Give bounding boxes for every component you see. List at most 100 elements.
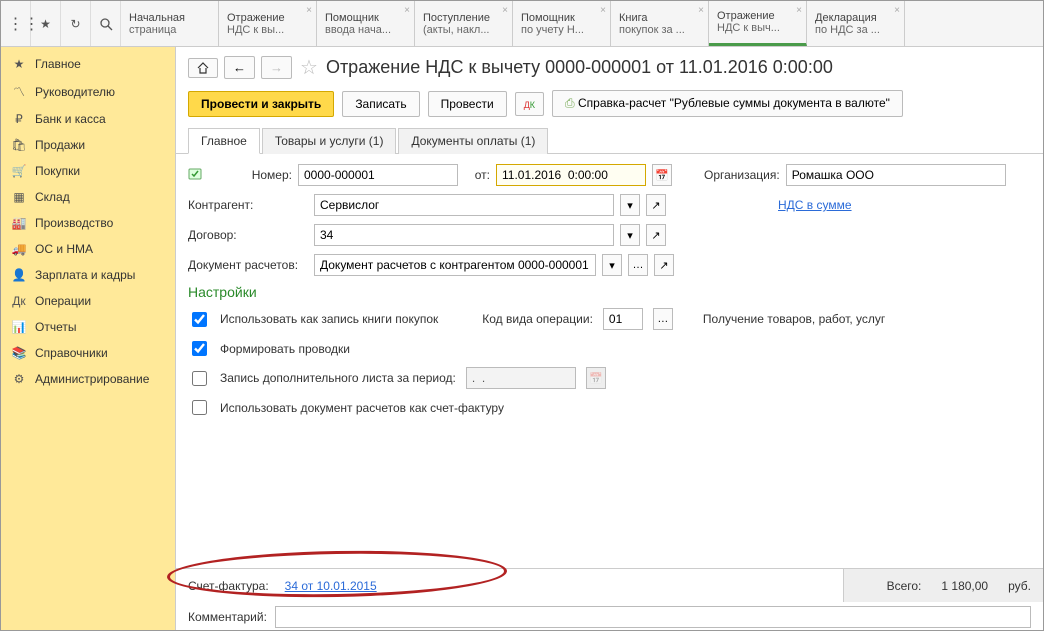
tab-line1: Начальная	[129, 12, 210, 24]
use-settlement-as-invoice-label: Использовать документ расчетов как счет-…	[220, 401, 504, 415]
window-tabs: НачальнаястраницаОтражениеНДС к вы...×По…	[121, 1, 1043, 46]
search-icon[interactable]	[91, 1, 121, 46]
sidebar-icon: ₽	[11, 112, 27, 126]
vat-mode-link[interactable]: НДС в сумме	[778, 198, 852, 212]
sidebar-icon: 🛍	[11, 138, 27, 152]
dk-movements-button[interactable]: ДК	[515, 92, 544, 116]
content-area: ← → ☆ Отражение НДС к вычету 0000-000001…	[176, 47, 1043, 630]
tab-line2: покупок за ...	[619, 24, 700, 36]
additional-sheet-checkbox[interactable]	[192, 371, 207, 386]
sidebar-item-label: Покупки	[35, 164, 80, 178]
number-input[interactable]	[298, 164, 458, 186]
open-button[interactable]: ↗	[646, 194, 666, 216]
date-input[interactable]	[496, 164, 646, 186]
operation-code-input[interactable]	[603, 308, 643, 330]
dropdown-button[interactable]: ▾	[602, 254, 622, 276]
sidebar-item[interactable]: 👤Зарплата и кадры	[1, 262, 175, 288]
window-tab[interactable]: Поступление(акты, накл... ×	[415, 1, 513, 46]
history-icon[interactable]: ↻	[61, 1, 91, 46]
sidebar-icon: 🏭	[11, 216, 27, 230]
close-icon[interactable]: ×	[894, 5, 900, 16]
window-tab[interactable]: Помощникпо учету Н...×	[513, 1, 611, 46]
use-as-purchase-book-checkbox[interactable]	[192, 312, 207, 327]
sidebar-item-label: Администрирование	[35, 372, 149, 386]
sidebar-item[interactable]: 🚚ОС и НМА	[1, 236, 175, 262]
close-icon[interactable]: ×	[306, 5, 312, 16]
sidebar-icon: ⚙	[11, 372, 27, 386]
sidebar-item[interactable]: 📊 Отчеты	[1, 314, 175, 340]
sidebar-item[interactable]: 📚Справочники	[1, 340, 175, 366]
sidebar-item-label: Отчеты	[35, 320, 76, 334]
sidebar-icon: ▦	[11, 190, 27, 204]
window-tab[interactable]: ОтражениеНДС к вы...×	[219, 1, 317, 46]
save-button[interactable]: Записать	[342, 91, 419, 117]
tab-line2: (акты, накл...	[423, 24, 504, 36]
close-icon[interactable]: ×	[404, 5, 410, 16]
sidebar-item-label: Справочники	[35, 346, 108, 360]
settlement-doc-input[interactable]	[314, 254, 596, 276]
sidebar-item[interactable]: 🛒 Покупки	[1, 158, 175, 184]
sidebar-item[interactable]: ▦Склад	[1, 184, 175, 210]
sidebar-item-label: Операции	[35, 294, 91, 308]
sidebar-item[interactable]: ★Главное	[1, 51, 175, 77]
tab-line1: Отражение	[227, 12, 308, 24]
open-button[interactable]: ↗	[646, 224, 666, 246]
window-tab[interactable]: Декларацияпо НДС за ...×	[807, 1, 905, 46]
dropdown-button[interactable]: ▾	[620, 224, 640, 246]
total-value: 1 180,00	[941, 579, 988, 593]
select-button[interactable]: …	[628, 254, 648, 276]
tab-line2: ввода нача...	[325, 24, 406, 36]
sidebar-item[interactable]: 🏭Производство	[1, 210, 175, 236]
period-input	[466, 367, 576, 389]
generate-entries-checkbox[interactable]	[192, 341, 207, 356]
sidebar-icon: Дк	[11, 294, 27, 308]
contract-label: Договор:	[188, 228, 308, 242]
sidebar-item[interactable]: 〽Руководителю	[1, 77, 175, 106]
tab-line1: Помощник	[325, 12, 406, 24]
dropdown-button[interactable]: ▾	[620, 194, 640, 216]
invoice-link[interactable]: 34 от 10.01.2015	[285, 579, 377, 593]
post-button[interactable]: Провести	[428, 91, 507, 117]
apps-icon[interactable]: ⋮⋮⋮	[1, 1, 31, 46]
contragent-input[interactable]	[314, 194, 614, 216]
forward-button[interactable]: →	[261, 56, 292, 79]
comment-input[interactable]	[275, 606, 1031, 628]
total-label: Всего:	[887, 579, 922, 593]
sidebar-item[interactable]: ⚙ Администрирование	[1, 366, 175, 392]
close-icon[interactable]: ×	[796, 5, 802, 16]
post-and-close-button[interactable]: Провести и закрыть	[188, 91, 334, 117]
favorite-star-icon[interactable]: ☆	[298, 55, 320, 80]
window-tab[interactable]: Книгапокупок за ...×	[611, 1, 709, 46]
sidebar-item[interactable]: 🛍Продажи	[1, 132, 175, 158]
favorites-icon[interactable]: ★	[31, 1, 61, 46]
report-button[interactable]: ⎙ Справка-расчет "Рублевые суммы докумен…	[552, 90, 903, 117]
document-tab[interactable]: Документы оплаты (1)	[398, 128, 548, 154]
sidebar-item-label: Главное	[35, 57, 81, 71]
document-tab[interactable]: Товары и услуги (1)	[262, 128, 397, 154]
close-icon[interactable]: ×	[502, 5, 508, 16]
calendar-button: 📅	[586, 367, 606, 389]
back-button[interactable]: ←	[224, 56, 255, 79]
window-tab[interactable]: ОтражениеНДС к выч...×	[709, 1, 807, 46]
document-tab[interactable]: Главное	[188, 128, 260, 154]
sidebar-item[interactable]: ₽Банк и касса	[1, 106, 175, 132]
close-icon[interactable]: ×	[698, 5, 704, 16]
sidebar-item-label: Руководителю	[35, 85, 115, 99]
sidebar-icon: 📊	[11, 320, 27, 334]
window-tab[interactable]: Помощникввода нача... ×	[317, 1, 415, 46]
close-icon[interactable]: ×	[600, 5, 606, 16]
use-as-purchase-book-label: Использовать как запись книги покупок	[220, 312, 438, 326]
select-button[interactable]: …	[653, 308, 673, 330]
tab-line2: по учету Н...	[521, 24, 602, 36]
sidebar-item[interactable]: Дк Операции	[1, 288, 175, 314]
contract-input[interactable]	[314, 224, 614, 246]
open-button[interactable]: ↗	[654, 254, 674, 276]
home-button[interactable]	[188, 58, 218, 78]
use-settlement-as-invoice-checkbox[interactable]	[192, 400, 207, 415]
sidebar-icon: 🛒	[11, 164, 27, 178]
window-tab[interactable]: Начальнаястраница	[121, 1, 219, 46]
calendar-button[interactable]: 📅	[652, 164, 672, 186]
tab-line1: Поступление	[423, 12, 504, 24]
org-input[interactable]	[786, 164, 1006, 186]
document-header: ← → ☆ Отражение НДС к вычету 0000-000001…	[176, 47, 1043, 84]
